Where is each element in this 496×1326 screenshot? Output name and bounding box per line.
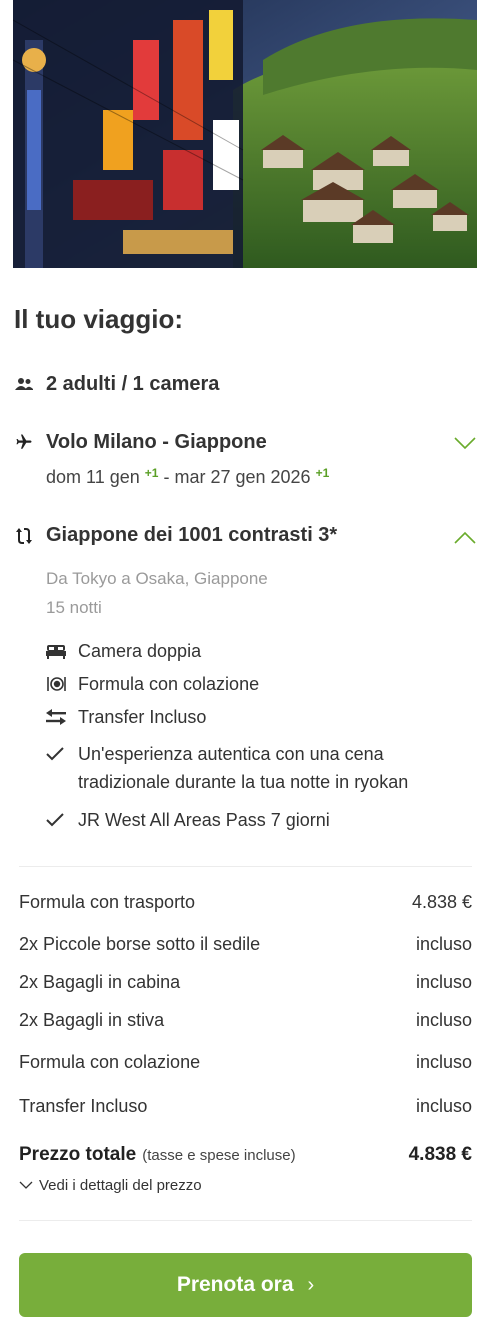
check-icon [46, 746, 66, 764]
feature-item: Un'esperienza autentica con una cena tra… [46, 744, 476, 800]
price-details-link[interactable]: Vedi i dettagli del prezzo [19, 1177, 202, 1194]
book-now-label: Prenota ora [176, 1273, 294, 1296]
total-label: Prezzo totale [19, 1144, 137, 1165]
total-note: (tasse e spese incluse) [142, 1147, 296, 1164]
flight-row[interactable]: Volo Milano - Giappone [14, 431, 482, 457]
flight-return-plus: +1 [315, 466, 330, 480]
meal-icon [46, 676, 66, 694]
section-divider [19, 1220, 472, 1221]
price-line-label: 2x Piccole borse sotto il sedile [19, 934, 261, 954]
total-label-group: Prezzo totale (tasse e spese incluse) [19, 1144, 296, 1166]
feature-label: Transfer Incluso [78, 707, 207, 727]
feature-label: Formula con colazione [78, 674, 260, 694]
tour-nights: 15 notti [46, 598, 102, 617]
tour-location: Da Tokyo a Osaka, Giappone [46, 569, 268, 588]
price-line-label: Transfer Incluso [19, 1096, 148, 1116]
airplane-icon [14, 432, 34, 452]
bed-icon [46, 643, 66, 661]
price-line-value: incluso [415, 1052, 472, 1072]
check-icon [46, 812, 66, 830]
flight-depart-plus: +1 [144, 466, 159, 480]
tour-title: Giappone dei 1001 contrasti 3* [46, 524, 338, 546]
flight-title: Volo Milano - Giappone [46, 431, 267, 453]
feature-label: Un'esperienza autentica con una cena tra… [78, 744, 409, 792]
price-line-label: 2x Bagagli in stiva [19, 1010, 165, 1030]
price-line: 2x Piccole borse sotto il sedile incluso [19, 934, 472, 958]
price-line: 2x Bagagli in stiva incluso [19, 1010, 472, 1034]
price-line-value: 4.838 € [411, 892, 472, 912]
price-line-label: 2x Bagagli in cabina [19, 972, 181, 992]
price-line-value: incluso [415, 1096, 472, 1116]
chevron-down-icon[interactable] [454, 437, 476, 451]
chevron-right-icon: › [307, 1273, 315, 1296]
price-line-value: incluso [415, 934, 472, 954]
tour-row[interactable]: Giappone dei 1001 contrasti 3* [14, 524, 482, 550]
flight-date-separator: - [158, 467, 175, 487]
feature-label: Camera doppia [78, 641, 202, 661]
hero-illustration [13, 0, 477, 268]
hero-image [13, 0, 477, 268]
transfer-icon [46, 709, 66, 727]
price-line-value: incluso [415, 1010, 472, 1030]
flight-return-date: mar 27 gen 2026 [174, 467, 311, 487]
price-details-label: Vedi i dettagli del prezzo [39, 1177, 202, 1194]
price-line-value: incluso [415, 972, 472, 992]
feature-item: Formula con colazione [46, 674, 476, 698]
guests-row: 2 adulti / 1 camera [14, 373, 482, 399]
price-line: Transfer Incluso incluso [19, 1096, 472, 1120]
chevron-up-icon[interactable] [454, 530, 476, 544]
guests-label: 2 adulti / 1 camera [46, 373, 220, 395]
feature-label: JR West All Areas Pass 7 giorni [78, 810, 330, 830]
trip-title: Il tuo viaggio: [14, 304, 183, 334]
total-value: 4.838 € [408, 1144, 472, 1165]
feature-item: Camera doppia [46, 641, 476, 665]
feature-item: Transfer Incluso [46, 707, 476, 731]
flight-dates: dom 11 gen +1 - mar 27 gen 2026 +1 [46, 466, 329, 488]
section-divider [19, 866, 472, 867]
feature-item: JR West All Areas Pass 7 giorni [46, 810, 476, 834]
chevron-down-icon [19, 1181, 33, 1189]
book-now-button[interactable]: Prenota ora › [19, 1253, 472, 1317]
price-line: Formula con trasporto 4.838 € [19, 892, 472, 916]
price-line: 2x Bagagli in cabina incluso [19, 972, 472, 996]
route-icon [14, 526, 34, 546]
flight-depart-date: dom 11 gen [46, 467, 140, 487]
people-icon [14, 374, 34, 394]
price-line: Formula con colazione incluso [19, 1052, 472, 1076]
price-line-label: Formula con colazione [19, 1052, 201, 1072]
price-line-label: Formula con trasporto [19, 892, 196, 912]
